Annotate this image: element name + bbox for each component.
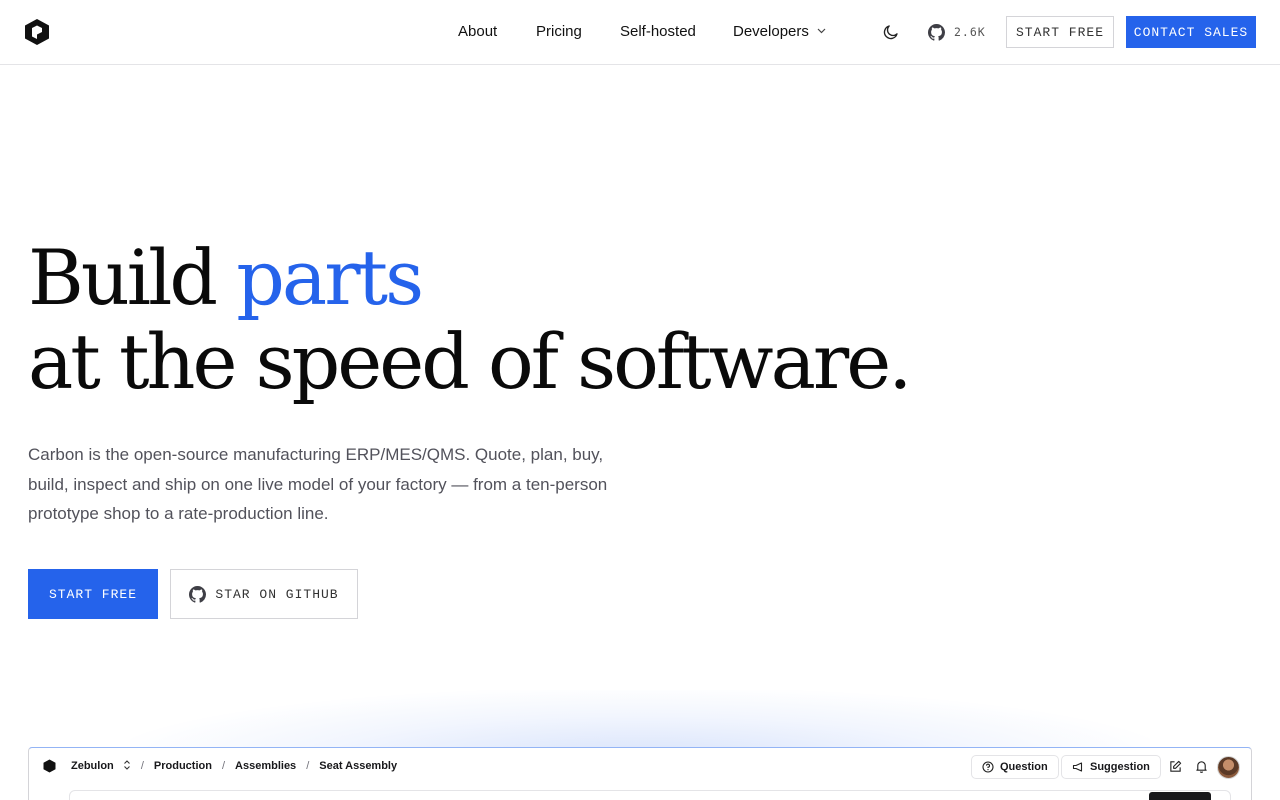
breadcrumb-seat-assembly[interactable]: Seat Assembly (319, 760, 397, 772)
edit-icon[interactable] (1169, 760, 1182, 773)
github-icon (189, 585, 207, 603)
moon-icon[interactable] (882, 23, 900, 41)
help-circle-icon (982, 761, 994, 773)
avatar[interactable] (1217, 756, 1240, 779)
top-navigation: About Pricing Self-hosted Developers 2.6… (0, 0, 1280, 65)
hero-start-free-button[interactable]: START FREE (28, 569, 158, 619)
breadcrumb-separator: / (140, 760, 144, 772)
nav-link-pricing[interactable]: Pricing (536, 23, 582, 41)
github-stars-link[interactable]: 2.6K (928, 22, 986, 42)
headline-line2: at the speed of software. (28, 317, 912, 406)
breadcrumb-production[interactable]: Production (154, 760, 212, 772)
app-logo-icon (43, 759, 56, 773)
preview-dark-button[interactable] (1149, 792, 1211, 800)
breadcrumb-company[interactable]: Zebulon (71, 760, 131, 772)
breadcrumb: Zebulon / Production / Assemblies / Seat… (71, 760, 397, 772)
contact-sales-button[interactable]: CONTACT SALES (1126, 16, 1256, 48)
app-preview-window: Zebulon / Production / Assemblies / Seat… (28, 747, 1252, 800)
github-stars-count: 2.6K (954, 25, 986, 39)
question-label: Question (1000, 761, 1048, 773)
nav-link-self-hosted[interactable]: Self-hosted (620, 23, 696, 41)
nav-link-about[interactable]: About (458, 23, 497, 41)
nav-link-developers-label: Developers (733, 23, 809, 40)
github-icon (928, 23, 945, 41)
nav-link-developers[interactable]: Developers (733, 23, 826, 41)
preview-toolbar (69, 790, 1231, 800)
breadcrumb-assemblies[interactable]: Assemblies (235, 760, 296, 772)
star-on-github-button[interactable]: STAR ON GITHUB (170, 569, 358, 619)
chevrons-up-down-icon (123, 760, 130, 770)
breadcrumb-company-label: Zebulon (71, 760, 114, 772)
hero-headline: Build parts at the speed of software. (28, 233, 912, 406)
hero-subtitle: Carbon is the open-source manufacturing … (28, 445, 608, 523)
megaphone-icon (1072, 762, 1083, 772)
start-free-button[interactable]: START FREE (1006, 16, 1114, 48)
star-on-github-label: STAR ON GITHUB (215, 586, 339, 602)
headline-part1: Build (28, 233, 218, 322)
question-button[interactable]: Question (971, 755, 1059, 779)
breadcrumb-separator: / (306, 760, 310, 772)
chevron-down-icon (817, 28, 826, 34)
breadcrumb-separator: / (221, 760, 226, 772)
suggestion-button[interactable]: Suggestion (1061, 755, 1161, 779)
bell-icon[interactable] (1195, 760, 1208, 773)
headline-accent: parts (236, 233, 424, 322)
logo-icon[interactable] (24, 18, 50, 46)
suggestion-label: Suggestion (1090, 761, 1150, 773)
